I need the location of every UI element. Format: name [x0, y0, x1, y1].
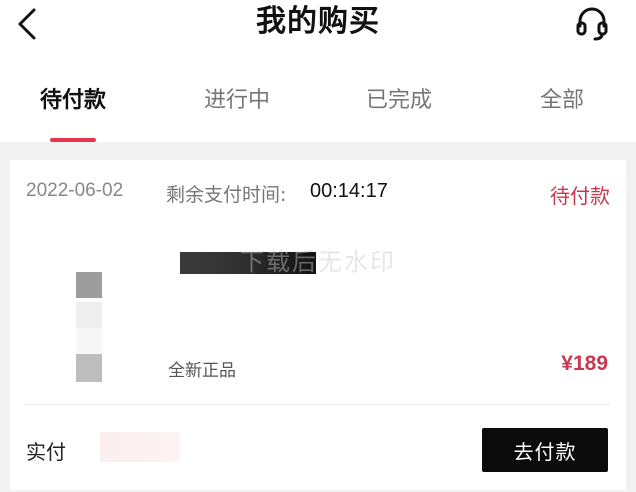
tab-in-progress[interactable]: 进行中 — [204, 82, 270, 122]
product-image-block — [76, 272, 102, 298]
customer-service-button[interactable] — [570, 4, 614, 48]
pay-now-button[interactable]: 去付款 — [482, 428, 608, 472]
product-tag: 全新正品 — [168, 361, 236, 381]
remaining-time-label: 剩余支付时间: — [166, 184, 287, 206]
product-image-block — [76, 302, 102, 328]
header-bar: 我的购买 — [0, 0, 636, 60]
order-tabs: 待付款 进行中 已完成 全部 — [0, 60, 636, 142]
order-status: 待付款 — [550, 184, 610, 208]
order-date: 2022-06-02 — [26, 180, 124, 201]
divider — [26, 404, 610, 405]
purchase-screen: 我的购买 待付款 进行中 已完成 全部 2022-06-02 剩余支付时间: 0… — [0, 0, 636, 492]
tab-all[interactable]: 全部 — [540, 82, 584, 122]
headset-icon — [575, 6, 609, 46]
paid-label: 实付 — [26, 440, 66, 464]
redacted-paid-amount — [100, 432, 180, 462]
watermark: 下载后无水印 — [240, 248, 396, 276]
product-image-block — [76, 354, 102, 382]
tab-pending-payment[interactable]: 待付款 — [40, 82, 106, 122]
order-card[interactable]: 2022-06-02 剩余支付时间: 00:14:17 待付款 下载后无水印 全… — [10, 160, 626, 490]
active-tab-indicator — [50, 138, 96, 142]
product-image[interactable] — [66, 272, 102, 382]
product-price: ¥189 — [561, 352, 608, 375]
product-image-block — [76, 328, 102, 354]
remaining-time-value: 00:14:17 — [310, 180, 388, 202]
page-title: 我的购买 — [256, 4, 380, 39]
tab-completed[interactable]: 已完成 — [366, 82, 432, 122]
